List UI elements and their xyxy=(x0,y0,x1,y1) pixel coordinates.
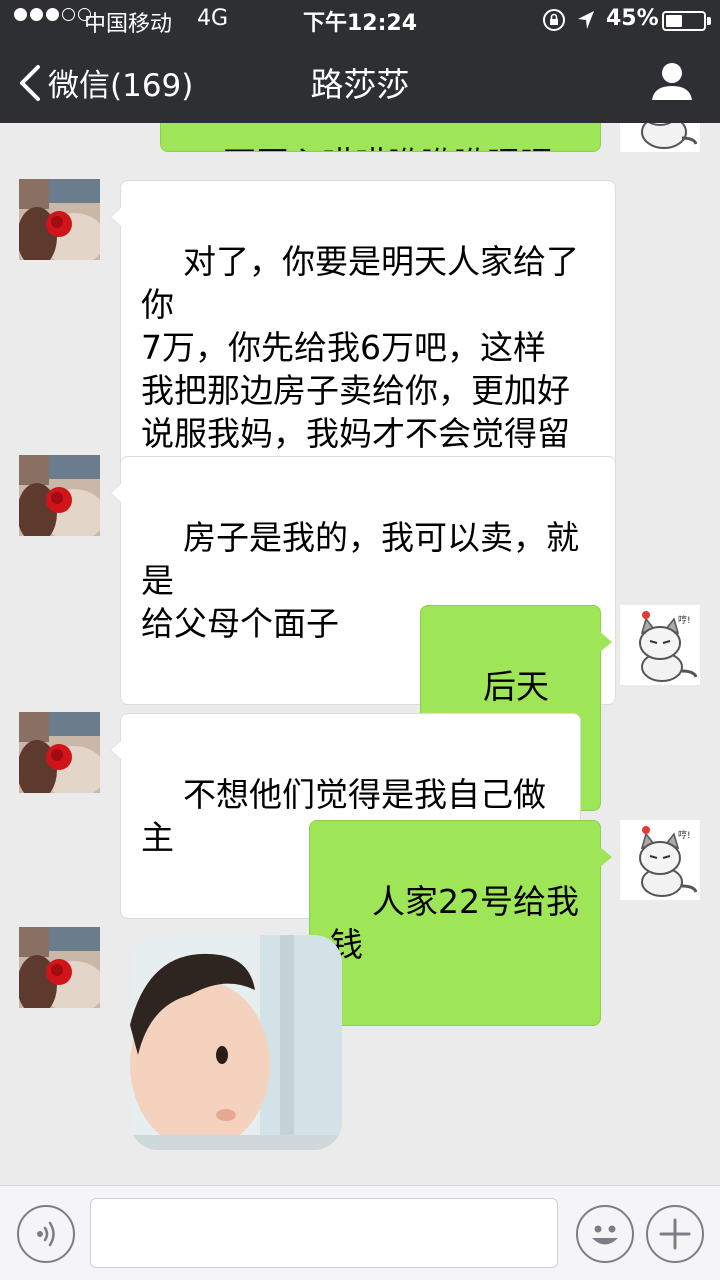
input-bar xyxy=(0,1185,720,1280)
chat-title: 路莎莎 xyxy=(310,65,410,104)
smiley-icon xyxy=(592,1225,618,1245)
voice-button[interactable] xyxy=(17,1205,75,1263)
baby-photo-icon xyxy=(130,935,342,1150)
image-message[interactable] xyxy=(130,935,342,1150)
avatar-self[interactable]: 哼! xyxy=(620,820,700,900)
cat-sticker-avatar: 哼! xyxy=(620,820,700,900)
contact-photo xyxy=(19,712,100,793)
nav-bar: 微信(169) 路莎莎 xyxy=(0,40,720,123)
header: 中国移动 4G 下午12:24 45% 微信(169) 路莎莎 xyxy=(0,0,720,123)
status-bar: 中国移动 4G 下午12:24 45% xyxy=(0,0,720,40)
emoji-button[interactable] xyxy=(576,1205,634,1263)
avatar-contact[interactable] xyxy=(19,712,100,793)
rotation-lock-icon xyxy=(543,9,565,31)
cat-sticker-avatar: 哼! xyxy=(620,605,700,685)
avatar-self[interactable]: 哼! xyxy=(620,605,700,685)
message-text: 人家22号给我钱 xyxy=(330,882,579,964)
avatar-contact[interactable] xyxy=(19,455,100,536)
message-text: 不开心哎哎哟哟哟嘿嘿 xyxy=(223,144,553,151)
battery-cap xyxy=(707,17,711,25)
battery-percent: 45% xyxy=(606,6,659,31)
contact-photo xyxy=(19,927,100,1008)
contact-info-icon[interactable] xyxy=(650,60,694,102)
plus-icon xyxy=(659,1218,691,1250)
battery-icon xyxy=(662,11,706,31)
message-bubble-out[interactable]: 人家22号给我钱 xyxy=(309,820,612,1026)
chat-area[interactable]: 不开心哎哎哟哟哟嘿嘿 对了，你要是明天人家给了你 7万，你先给我6万吧，这样 我… xyxy=(0,0,720,1185)
location-arrow-icon xyxy=(578,11,594,29)
contact-photo xyxy=(19,455,100,536)
message-input[interactable] xyxy=(90,1198,558,1268)
avatar-contact[interactable] xyxy=(19,927,100,1008)
sticker-text: 哼! xyxy=(678,614,691,626)
avatar-contact[interactable] xyxy=(19,179,100,260)
contact-photo xyxy=(19,179,100,260)
voice-icon xyxy=(37,1221,55,1247)
sticker-text: 哼! xyxy=(678,829,691,841)
more-button[interactable] xyxy=(646,1205,704,1263)
